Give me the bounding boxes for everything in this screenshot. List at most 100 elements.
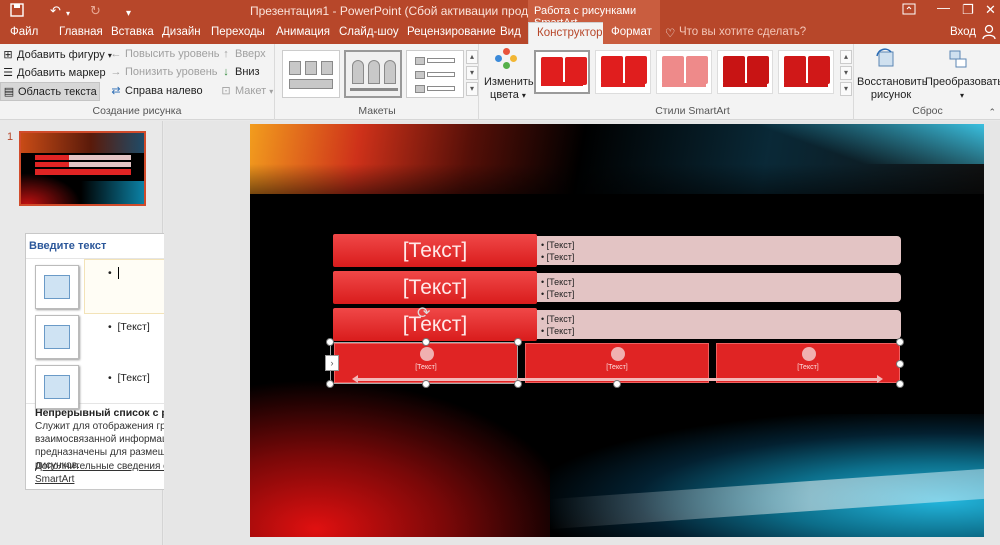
styles-more-icon[interactable]: ▾ <box>840 82 852 96</box>
slide-number: 1 <box>7 131 14 143</box>
text-pane-button[interactable]: ▤ Область текста <box>0 82 100 101</box>
row-3-bullet-1: • [Текст] <box>541 314 575 324</box>
insert-picture-button-1[interactable] <box>35 265 79 309</box>
change-colors-group: Изменить цвета ▾ <box>480 44 534 120</box>
slide-thumbnail-1[interactable] <box>19 131 146 206</box>
smartart-row-3-bullets[interactable]: • [Текст] • [Текст] <box>537 310 901 339</box>
smartart-card-3[interactable]: [Текст] <box>716 343 900 383</box>
title-bar: ↶ ▾ ↻ ▾ Презентация1 - PowerPoint (Сбой … <box>0 0 1000 29</box>
style-thumb-4[interactable] <box>717 50 773 94</box>
row-2-bullet-1: • [Текст] <box>541 277 575 287</box>
tell-me-search[interactable]: Что вы хотите сделать? <box>679 26 806 38</box>
move-down-button[interactable]: ↓ Вниз <box>220 66 259 78</box>
minimize-icon[interactable]: — <box>937 0 950 16</box>
move-up-button[interactable]: ↑ Вверх <box>220 48 265 60</box>
insert-picture-button-2[interactable] <box>35 315 79 359</box>
undo-dropdown-icon[interactable]: ▾ <box>66 6 70 22</box>
add-shape-button[interactable]: ⊞ Добавить фигуру ▾ <box>2 48 111 61</box>
resize-handle[interactable] <box>896 338 904 346</box>
tab-format[interactable]: Формат <box>603 22 660 44</box>
redo-icon[interactable]: ↻ <box>90 3 101 19</box>
tab-file[interactable]: Файл <box>10 26 38 38</box>
promote-button[interactable]: ← Повысить уровень <box>110 48 220 60</box>
smartart-card-2[interactable]: [Текст] <box>525 343 709 383</box>
user-icon[interactable] <box>982 24 996 43</box>
picture-placeholder-icon[interactable] <box>611 347 625 361</box>
resize-handle[interactable] <box>514 338 522 346</box>
rotate-icon[interactable]: ⟳ <box>417 305 435 323</box>
tab-review[interactable]: Рецензирование <box>407 26 496 38</box>
reset-graphic-icon <box>875 48 897 73</box>
smartart-row-1-label[interactable]: [Текст] <box>333 234 537 267</box>
styles-scroll-down-icon[interactable]: ▾ <box>840 66 852 80</box>
ribbon-display-options-icon[interactable] <box>902 2 916 20</box>
resize-handle[interactable] <box>326 338 334 346</box>
customize-qat-icon[interactable]: ▾ <box>126 6 131 22</box>
reset-group: Восстановить рисунок Преобразовать ▾ Сбро… <box>855 44 1000 120</box>
slide[interactable]: [Текст] • [Текст] • [Текст] [Текст] • [Т… <box>250 124 984 537</box>
layout-thumb-1[interactable] <box>282 50 340 98</box>
smartart-row-3-label[interactable]: [Текст] <box>333 308 537 341</box>
tab-animations[interactable]: Анимация <box>276 26 330 38</box>
tab-transitions[interactable]: Переходы <box>211 26 265 38</box>
layouts-group-label: Макеты <box>358 105 396 117</box>
layout-thumb-2-selected[interactable] <box>344 50 402 98</box>
smartart-row-1-bullets[interactable]: • [Текст] • [Текст] <box>537 236 901 265</box>
demote-button[interactable]: → Понизить уровень <box>110 66 218 78</box>
resize-handle[interactable] <box>326 380 334 388</box>
resize-handle[interactable] <box>896 360 904 368</box>
lightbulb-icon: ♡ <box>665 28 676 40</box>
tab-slideshow[interactable]: Слайд-шоу <box>339 26 399 38</box>
collapse-ribbon-icon[interactable]: ⌃ <box>988 107 996 118</box>
resize-handle[interactable] <box>514 380 522 388</box>
style-thumb-3[interactable] <box>656 50 712 94</box>
resize-handle[interactable] <box>896 380 904 388</box>
window-title: Презентация1 - PowerPoint (Сбой активаци… <box>250 4 556 18</box>
row-2-bullet-2: • [Текст] <box>541 289 575 299</box>
create-graphic-group: ⊞ Добавить фигуру ▾ ☰ Добавить маркер ▤ Обл… <box>0 44 275 120</box>
tab-design[interactable]: Дизайн <box>162 26 201 38</box>
close-window-icon[interactable]: ✕ <box>985 2 996 18</box>
picture-icon <box>44 375 70 399</box>
reset-graphic-button[interactable]: Восстановить рисунок <box>857 76 927 102</box>
save-icon[interactable] <box>10 3 24 21</box>
layout-icon: ⊡ <box>221 85 231 97</box>
bullet-item-1[interactable]: • <box>108 267 119 280</box>
bullet-item-3[interactable]: • [Текст] <box>108 372 150 384</box>
arrow-up-icon: ↑ <box>223 48 229 60</box>
insert-picture-button-3[interactable] <box>35 365 79 409</box>
tab-insert[interactable]: Вставка <box>111 26 154 38</box>
resize-handle[interactable] <box>422 338 430 346</box>
layout-thumb-3[interactable] <box>406 50 464 98</box>
smartart-row-2-bullets[interactable]: • [Текст] • [Текст] <box>537 273 901 302</box>
bullet-item-2[interactable]: • [Текст] <box>108 321 150 333</box>
chevron-right-icon[interactable]: › <box>325 355 339 371</box>
style-thumb-1-selected[interactable] <box>534 50 590 94</box>
right-to-left-button[interactable]: ⇄ Справа налево <box>110 84 202 97</box>
smartart-styles-group: ▴ ▾ ▾ Стили SmartArt <box>532 44 854 120</box>
convert-button[interactable]: Преобразовать ▾ <box>925 76 1000 102</box>
resize-handle[interactable] <box>613 380 621 388</box>
layout-button[interactable]: ⊡ Макет ▾ <box>220 84 273 97</box>
style-thumb-2[interactable] <box>595 50 651 94</box>
resize-handle[interactable] <box>422 380 430 388</box>
ribbon: ⊞ Добавить фигуру ▾ ☰ Добавить маркер ▤ Обл… <box>0 44 1000 120</box>
tab-view[interactable]: Вид <box>500 26 521 38</box>
layouts-scroll-up-icon[interactable]: ▴ <box>466 50 478 64</box>
card-3-label: [Текст] <box>797 364 819 371</box>
add-bullet-button[interactable]: ☰ Добавить маркер <box>2 66 106 79</box>
sign-in-link[interactable]: Вход <box>950 26 976 38</box>
smartart-row-2-label[interactable]: [Текст] <box>333 271 537 304</box>
change-colors-button[interactable]: Изменить цвета ▾ <box>484 76 534 102</box>
text-pane-icon: ▤ <box>3 86 15 98</box>
tab-constructor[interactable]: Конструктор <box>528 22 612 44</box>
tab-home[interactable]: Главная <box>59 26 103 38</box>
styles-scroll-up-icon[interactable]: ▴ <box>840 50 852 64</box>
style-thumb-5[interactable] <box>778 50 834 94</box>
restore-icon[interactable]: ❐ <box>962 2 974 18</box>
layouts-more-icon[interactable]: ▾ <box>466 82 478 96</box>
smartart-styles-group-label: Стили SmartArt <box>655 105 730 117</box>
layouts-scroll-down-icon[interactable]: ▾ <box>466 66 478 80</box>
picture-placeholder-icon[interactable] <box>802 347 816 361</box>
undo-icon[interactable]: ↶ <box>50 3 61 19</box>
